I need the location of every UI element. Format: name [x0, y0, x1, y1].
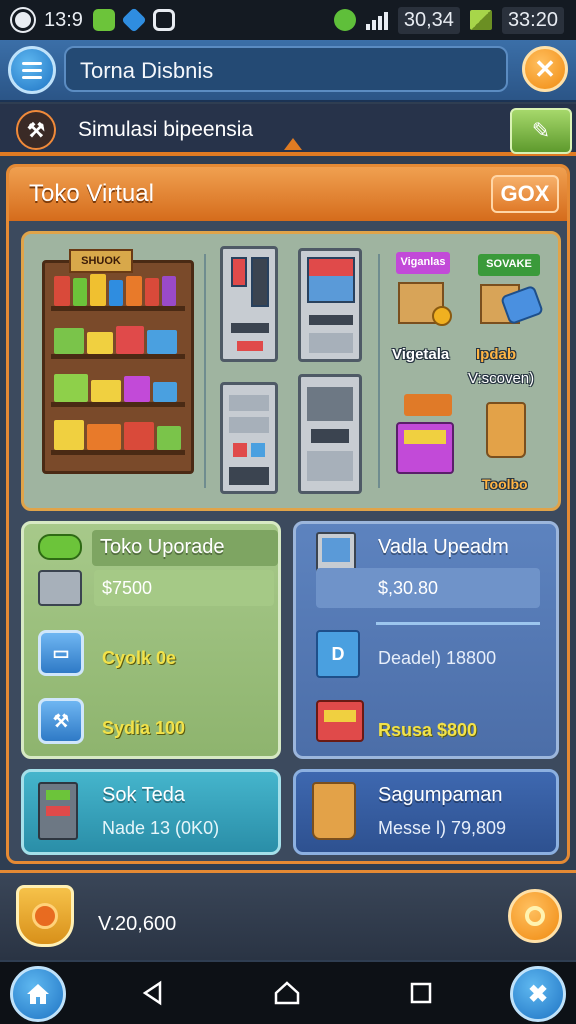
crossed-tools-icon[interactable]: ⚒: [16, 110, 56, 150]
leaf-icon: [333, 9, 356, 31]
app-icon: [12, 9, 34, 31]
sagumpaman-title: Sagumpaman: [378, 784, 503, 806]
shop-sign-small: [404, 394, 452, 416]
panel-title: Toko Virtual: [29, 180, 154, 207]
vadla-upgrade-price: $,30.80: [378, 578, 439, 598]
shopping-bag-icon: [312, 782, 356, 840]
sovake-sign: SOVAKE: [478, 254, 540, 276]
recent-square-icon: [410, 982, 432, 1004]
coin-icon: [525, 906, 545, 926]
can-icon: [38, 534, 82, 560]
back-button[interactable]: [138, 978, 168, 1008]
vigetala-label: Vigetala: [392, 346, 450, 363]
scene-divider: [204, 254, 206, 488]
box-d-icon[interactable]: D: [316, 630, 360, 678]
vending-machine[interactable]: [220, 246, 278, 362]
ipdab-label: Ipdab: [476, 346, 516, 363]
back-triangle-icon: [142, 980, 162, 1006]
battery-value: 33:20: [501, 6, 564, 34]
top-bar: Torna Disbnis ✕: [0, 40, 576, 102]
sub-header-title: Simulasi bipeensia: [78, 118, 254, 141]
locker-machine[interactable]: [220, 382, 278, 494]
status-time: 13:9: [44, 8, 83, 31]
coin-button[interactable]: [508, 889, 562, 943]
door-icon: ▭: [52, 642, 70, 663]
sok-teda-sub: Nade 13 (0K0): [102, 818, 220, 838]
tab-pointer: [284, 138, 302, 150]
toko-item2: Sydia 100: [102, 718, 186, 738]
vadla-upgrade-card[interactable]: Vadla Upeadm $,30.80 D Deadel) 18800 Rsu…: [293, 521, 559, 759]
sagumpaman-card[interactable]: Sagumpaman Messe l) 79,809: [293, 769, 559, 855]
menu-button[interactable]: [8, 46, 56, 94]
signal-value: 30,34: [397, 6, 460, 34]
printer-icon[interactable]: [316, 700, 364, 742]
shelf-row: [51, 321, 185, 359]
tools-icon: ✖: [527, 980, 549, 1008]
vadla-item1: Deadel) 18800: [378, 648, 497, 668]
store-scene: SHUOK Viganlas Vigetala SOVAKE Ipdab V:s…: [21, 231, 561, 511]
home-icon: [27, 984, 49, 1004]
coin-icon: [432, 306, 452, 326]
home-button[interactable]: [10, 966, 66, 1022]
vscoven-label: V:scoven): [468, 370, 535, 387]
ticket-action-button[interactable]: ✎: [510, 108, 572, 154]
home-outline-icon: [274, 981, 300, 1005]
battery-icon: [469, 10, 492, 30]
printer-machine[interactable]: [298, 374, 362, 494]
sagumpaman-sub: Messe l) 79,809: [378, 818, 507, 838]
vigetala-sign: Viganlas: [396, 252, 450, 274]
sok-teda-card[interactable]: Sok Teda Nade 13 (0K0): [21, 769, 281, 855]
target-badge-icon[interactable]: [16, 885, 74, 947]
shelf-sign: SHUOK: [69, 249, 133, 273]
product-shelf[interactable]: SHUOK: [42, 249, 194, 474]
toolbo-label: Toolbo: [482, 476, 528, 492]
register-icon: [38, 570, 82, 606]
status-bar: 13:9 30,34 33:20: [0, 0, 576, 40]
store-panel: Toko Virtual GOX SHUOK Viganlas Vigetala…: [6, 164, 570, 864]
title-field[interactable]: Torna Disbnis: [64, 46, 508, 92]
gear-icon: [121, 7, 147, 33]
cart-icon[interactable]: [396, 422, 454, 474]
puzzle-icon: [92, 9, 115, 31]
shelf-row: [51, 369, 185, 407]
toko-upgrade-price: $7500: [102, 578, 153, 598]
hammer-upgrade-button[interactable]: ⚒: [38, 698, 84, 744]
atm-machine[interactable]: [298, 248, 362, 362]
sok-teda-title: Sok Teda: [102, 784, 186, 806]
signal-icon: [365, 10, 388, 30]
separator: [376, 622, 540, 625]
toko-upgrade-title: Toko Uporade: [100, 536, 225, 558]
vadla-upgrade-title: Vadla Upeadm: [378, 536, 509, 558]
ticket-icon: ✎: [531, 118, 551, 143]
shopping-bag-icon[interactable]: [486, 402, 526, 458]
toko-upgrade-card[interactable]: Toko Uporade $7500 ▭ Cyolk 0e ⚒ Sydia 10…: [21, 521, 281, 759]
status-right: 30,34 33:20: [333, 6, 564, 34]
camera-icon: [152, 9, 175, 31]
close-icon: ✕: [534, 53, 556, 84]
vadla-item2: Rsusa $800: [378, 720, 478, 740]
hammer-icon: ⚒: [52, 710, 70, 731]
panel-gox-button[interactable]: GOX: [491, 175, 559, 213]
scene-divider: [378, 254, 380, 488]
cabinet-icon: [38, 782, 78, 840]
toko-item1: Cyolk 0e: [102, 648, 177, 668]
recent-apps-button[interactable]: [406, 978, 436, 1008]
bottom-status: V.20,600: [0, 870, 576, 960]
system-home-button[interactable]: [272, 978, 302, 1008]
shelf-row: [51, 273, 185, 311]
panel-header: Toko Virtual GOX: [9, 167, 567, 221]
nav-bar: ✖: [0, 962, 576, 1024]
shelf-row: [51, 417, 185, 455]
door-upgrade-button[interactable]: ▭: [38, 630, 84, 676]
money-value: V.20,600: [98, 913, 177, 935]
tools-button[interactable]: ✖: [510, 966, 566, 1022]
status-left: 13:9: [12, 7, 175, 33]
hamburger-icon: [22, 61, 42, 65]
close-button[interactable]: ✕: [522, 46, 568, 92]
